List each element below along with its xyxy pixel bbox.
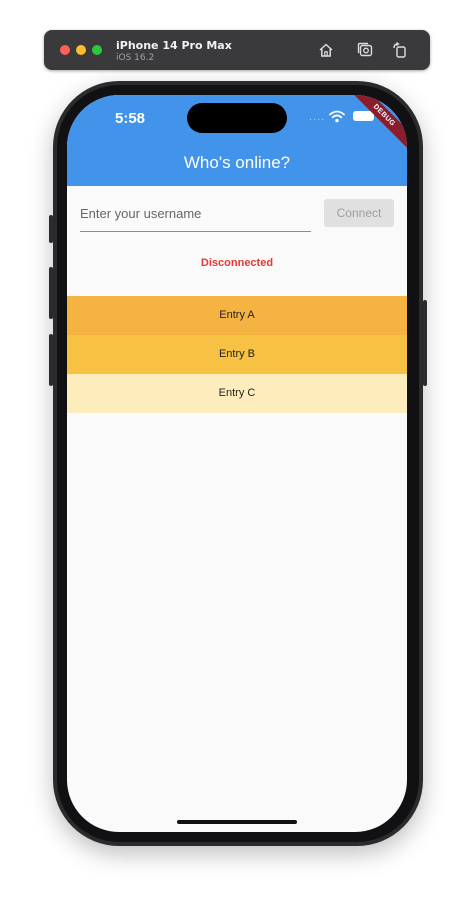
close-window-button[interactable] — [60, 45, 70, 55]
list-item[interactable]: Entry C — [67, 374, 407, 413]
dynamic-island — [187, 103, 287, 133]
home-indicator[interactable] — [177, 820, 297, 824]
phone-screen: 5:58 .... DEBUG Who's online? Connect Di… — [67, 95, 407, 832]
power-button — [423, 300, 427, 386]
os-version: iOS 16.2 — [116, 53, 155, 63]
list-item[interactable]: Entry A — [67, 296, 407, 335]
list-item[interactable]: Entry B — [67, 335, 407, 374]
volume-down-button — [49, 334, 53, 386]
screenshot-icon[interactable] — [356, 41, 374, 59]
username-input[interactable] — [80, 195, 311, 232]
home-icon[interactable] — [317, 41, 335, 59]
page-title: Who's online? — [183, 153, 291, 172]
app-bar: 5:58 .... DEBUG Who's online? — [67, 95, 407, 186]
status-time: 5:58 — [115, 110, 146, 127]
mute-switch — [49, 215, 53, 243]
wifi-icon — [329, 110, 345, 123]
rotate-icon[interactable] — [391, 41, 409, 59]
device-name: iPhone 14 Pro Max — [116, 39, 232, 52]
connect-button[interactable]: Connect — [324, 199, 394, 227]
debug-banner: DEBUG — [347, 95, 407, 152]
connection-status: Disconnected — [200, 257, 274, 269]
volume-up-button — [49, 267, 53, 319]
cellular-signal: .... — [309, 111, 326, 123]
minimize-window-button[interactable] — [76, 45, 86, 55]
zoom-window-button[interactable] — [92, 45, 102, 55]
simulator-toolbar: iPhone 14 Pro Max iOS 16.2 — [44, 30, 430, 70]
